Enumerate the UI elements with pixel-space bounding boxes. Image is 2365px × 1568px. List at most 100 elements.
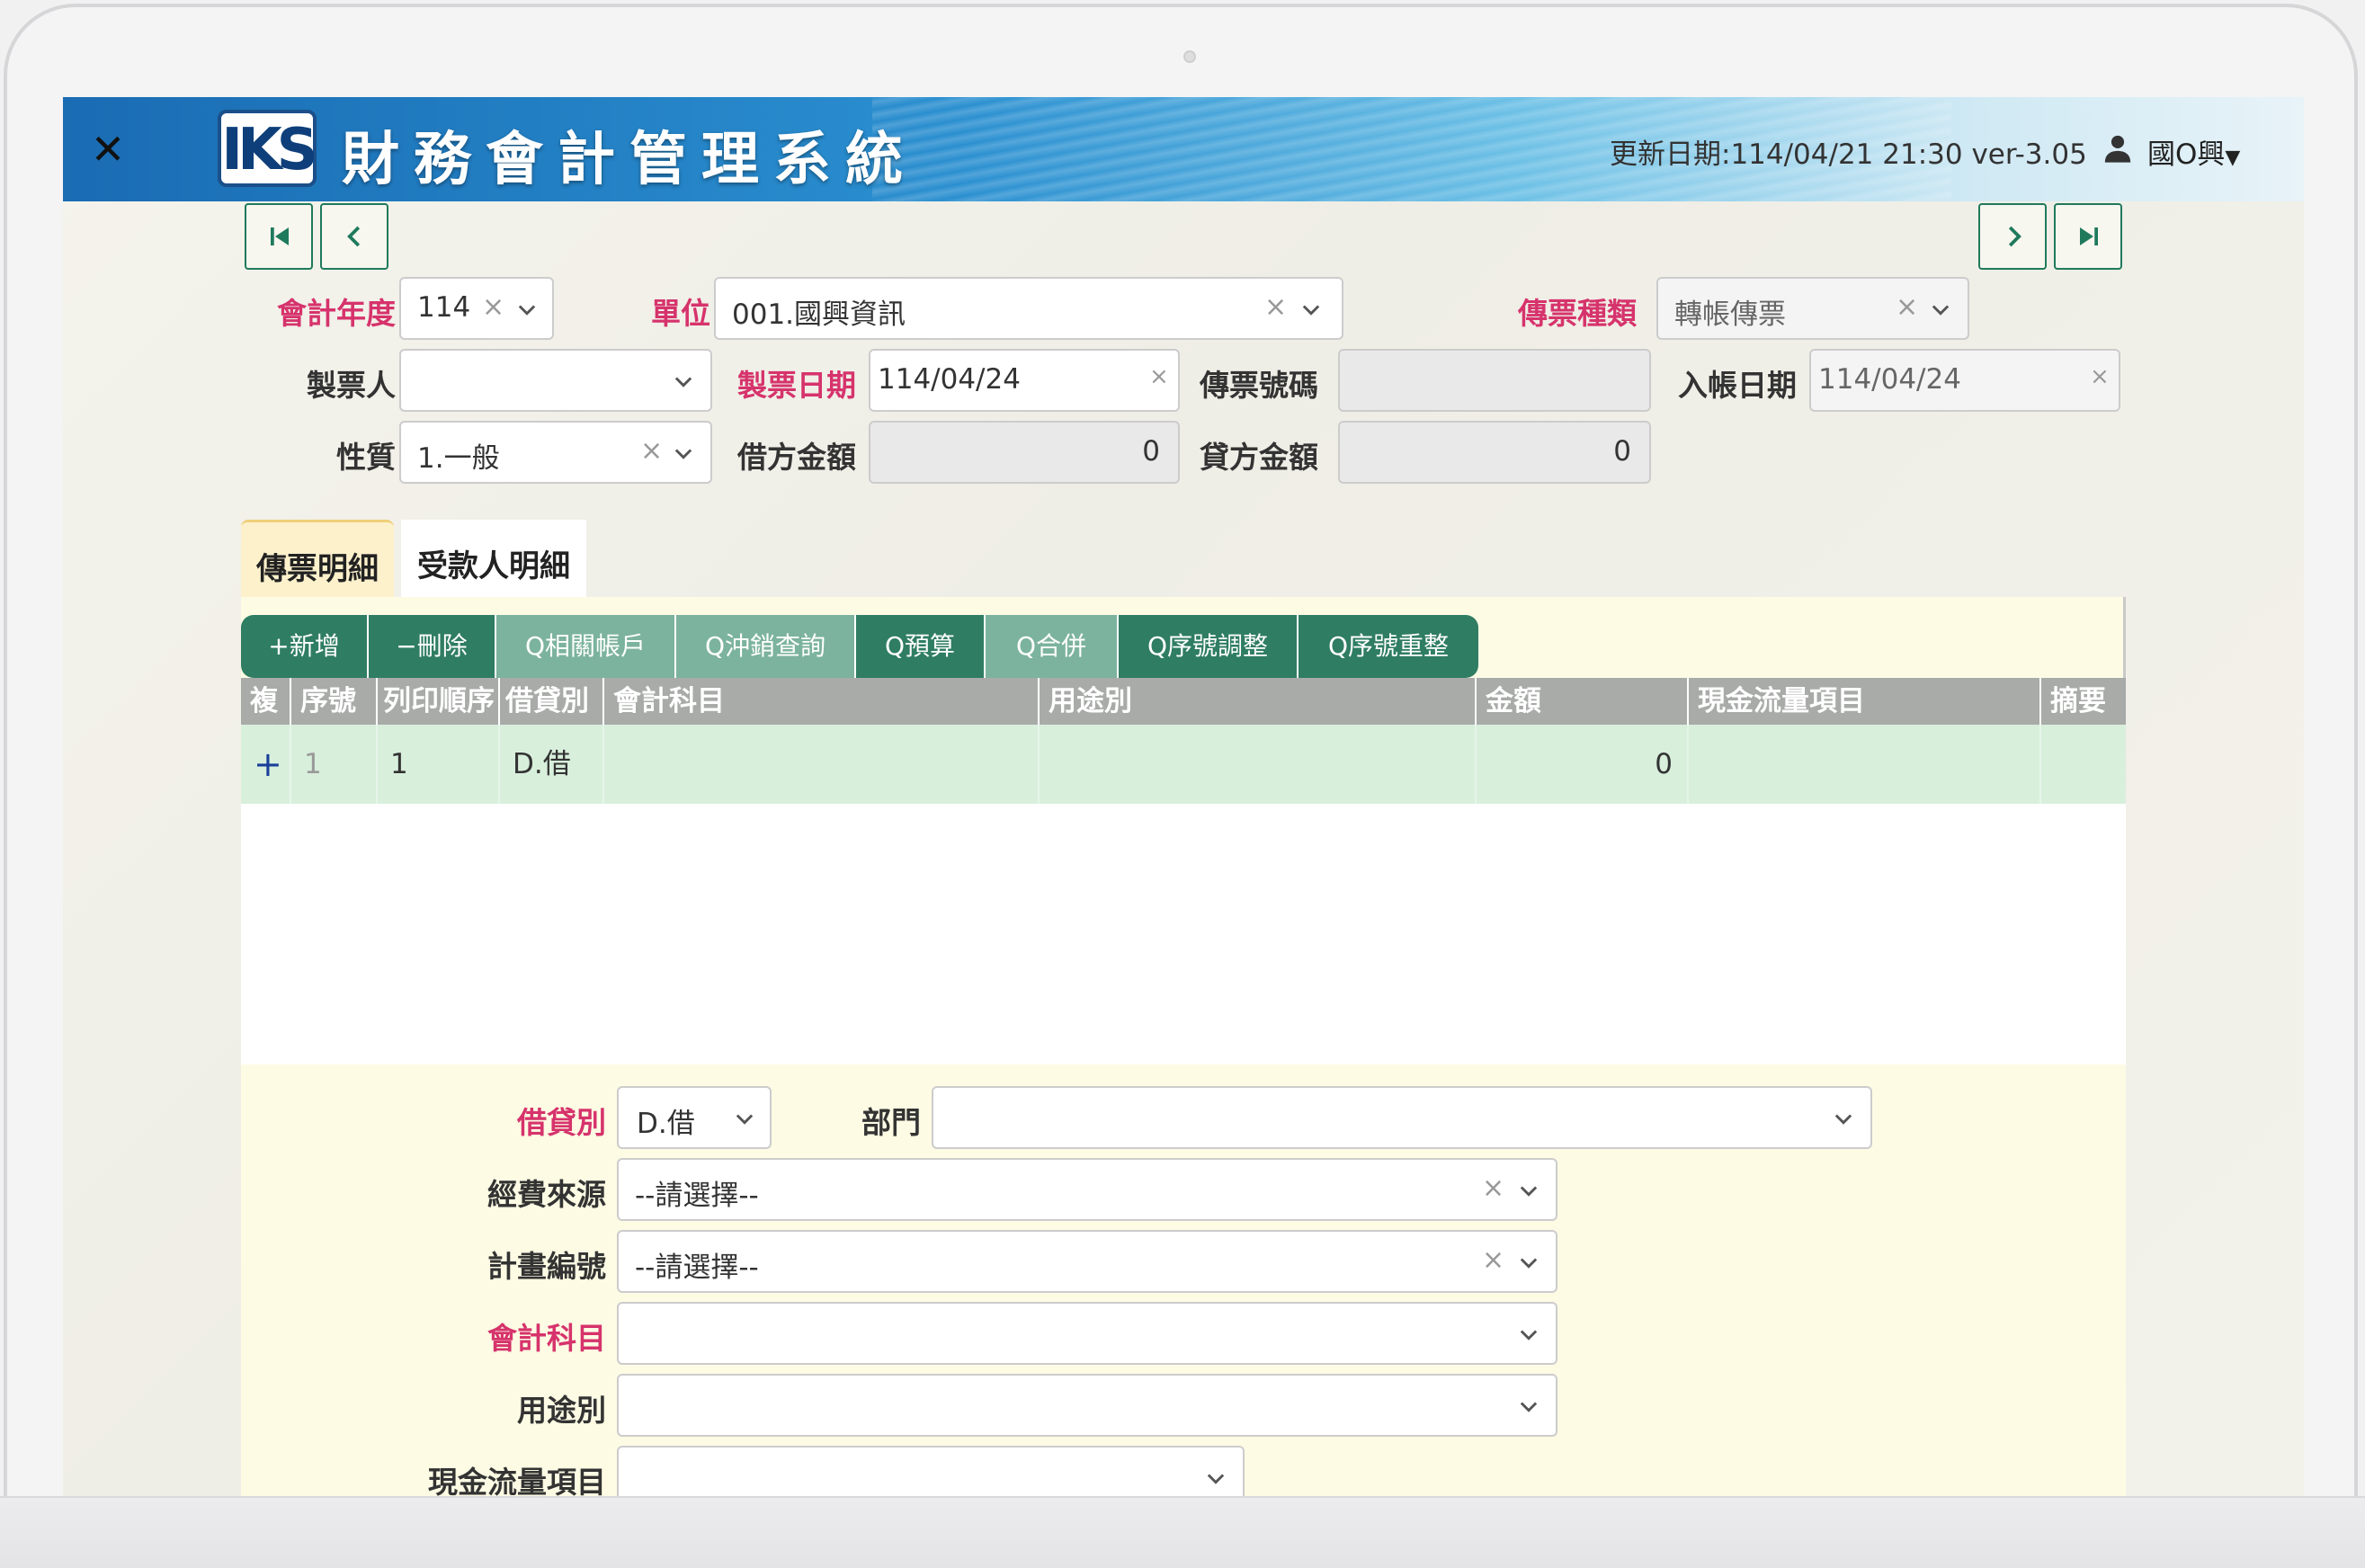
col-cashflow[interactable]: 現金流量項目 — [1689, 678, 2041, 725]
tab-payee-detail[interactable]: 受款人明細 — [401, 520, 586, 599]
camera-dot — [1183, 50, 1196, 63]
clear-icon[interactable]: × — [2090, 363, 2110, 390]
col-seq[interactable]: 序號 — [291, 678, 378, 725]
debit-amount-input: 0 — [869, 421, 1180, 484]
chevron-down-icon — [1520, 1186, 1538, 1197]
chevron-down-icon — [1520, 1258, 1538, 1269]
seq-reorder-button[interactable]: Q序號重整 — [1299, 615, 1478, 678]
app-title: 財務會計管理系統 — [342, 127, 917, 193]
writeoff-query-button[interactable]: Q沖銷查詢 — [676, 615, 856, 678]
col-amount[interactable]: 金額 — [1477, 678, 1689, 725]
merge-button[interactable]: Q合併 — [986, 615, 1119, 678]
clear-icon[interactable]: × — [1264, 291, 1287, 323]
preparer-select[interactable] — [399, 349, 712, 412]
table-row[interactable]: + 1 1 D.借 0 — [241, 725, 2126, 804]
col-purpose[interactable]: 用途別 — [1040, 678, 1477, 725]
app-screen: ✕ IKS 財務會計管理系統 更新日期:114/04/21 21:30 ver-… — [63, 97, 2304, 1496]
grid-header: 複 序號 列印順序 借貸別 會計科目 用途別 金額 現金流量項目 摘要 — [241, 678, 2126, 725]
chevron-down-icon — [736, 1114, 754, 1125]
chevron-down-icon — [1834, 1114, 1852, 1125]
first-page-icon — [271, 227, 289, 245]
debit-amount-label: 借方金額 — [737, 440, 856, 475]
add-button[interactable]: +新增 — [241, 615, 369, 678]
close-icon[interactable]: ✕ — [86, 128, 129, 171]
unit-label: 單位 — [651, 296, 710, 331]
account-select[interactable] — [617, 1302, 1557, 1365]
voucher-date-input[interactable]: 114/04/24 × — [869, 349, 1180, 412]
nature-value: 1.一般 — [417, 442, 500, 475]
purpose-select[interactable] — [617, 1374, 1557, 1437]
clear-icon[interactable]: × — [1482, 1172, 1504, 1204]
prev-record-button[interactable] — [320, 203, 388, 270]
cell-cashflow — [1689, 725, 2041, 804]
project-no-value: --請選擇-- — [635, 1252, 759, 1284]
purpose-label: 用途別 — [517, 1393, 606, 1428]
budget-button[interactable]: Q預算 — [856, 615, 986, 678]
cell-purpose — [1040, 725, 1477, 804]
voucher-no-label: 傳票號碼 — [1200, 368, 1318, 403]
cell-account — [604, 725, 1040, 804]
fiscal-year-select[interactable]: 114 × — [399, 277, 554, 340]
voucher-date-label: 製票日期 — [737, 368, 856, 403]
voucher-type-value: 轉帳傳票 — [1674, 298, 1786, 331]
last-page-icon — [2080, 227, 2098, 245]
dc-select[interactable]: D.借 — [617, 1086, 772, 1149]
user-icon[interactable] — [2102, 133, 2133, 164]
col-account[interactable]: 會計科目 — [604, 678, 1040, 725]
nature-select[interactable]: 1.一般 × — [399, 421, 712, 484]
clear-icon[interactable]: × — [1896, 291, 1918, 323]
project-no-label: 計畫編號 — [487, 1249, 606, 1284]
col-dc[interactable]: 借貸別 — [500, 678, 604, 725]
col-summary[interactable]: 摘要 — [2041, 678, 2126, 725]
col-copy[interactable]: 複 — [241, 678, 291, 725]
clear-icon[interactable]: × — [482, 291, 504, 323]
caret-down-icon: ▼ — [2225, 147, 2241, 169]
clear-icon[interactable]: × — [640, 435, 663, 467]
chevron-down-icon — [1932, 305, 1950, 316]
app-logo: IKS — [218, 110, 318, 187]
copy-plus-icon[interactable]: + — [241, 725, 291, 804]
chevron-down-icon — [1520, 1402, 1538, 1412]
unit-select[interactable]: 001.國興資訊 × — [714, 277, 1343, 340]
chevron-down-icon — [1207, 1474, 1225, 1484]
logo-text: IKS — [221, 117, 318, 183]
voucher-date-value: 114/04/24 — [878, 363, 1021, 396]
clear-icon[interactable]: × — [1482, 1244, 1504, 1276]
voucher-type-label: 傳票種類 — [1518, 296, 1637, 331]
credit-amount-value: 0 — [1613, 435, 1631, 468]
col-print-order[interactable]: 列印順序 — [378, 678, 500, 725]
voucher-type-select[interactable]: 轉帳傳票 × — [1656, 277, 1969, 340]
project-no-select[interactable]: --請選擇-- × — [617, 1230, 1557, 1293]
last-record-button[interactable] — [2054, 203, 2122, 270]
fund-source-select[interactable]: --請選擇-- × — [617, 1158, 1557, 1221]
clear-icon[interactable]: × — [1149, 363, 1169, 390]
cell-seq: 1 — [291, 725, 378, 804]
delete-button[interactable]: −刪除 — [369, 615, 496, 678]
cell-summary — [2041, 725, 2126, 804]
cell-dc: D.借 — [500, 725, 604, 804]
cashflow-select[interactable] — [617, 1446, 1245, 1496]
laptop-base — [0, 1496, 2365, 1568]
seq-adjust-button[interactable]: Q序號調整 — [1119, 615, 1299, 678]
debit-amount-value: 0 — [1142, 435, 1160, 468]
voucher-no-input — [1338, 349, 1651, 412]
fund-source-value: --請選擇-- — [635, 1180, 759, 1212]
next-icon — [2008, 226, 2021, 247]
cashflow-label: 現金流量項目 — [428, 1465, 606, 1496]
cell-print-order: 1 — [378, 725, 500, 804]
first-record-button[interactable] — [245, 203, 313, 270]
next-record-button[interactable] — [1978, 203, 2047, 270]
chevron-down-icon — [1520, 1330, 1538, 1341]
dc-value: D.借 — [637, 1108, 695, 1140]
chevron-down-icon — [674, 377, 692, 388]
unit-value: 001.國興資訊 — [732, 298, 906, 331]
related-accounts-button[interactable]: Q相關帳戶 — [496, 615, 676, 678]
posting-date-input[interactable]: 114/04/24 × — [1809, 349, 2120, 412]
credit-amount-label: 貸方金額 — [1200, 440, 1318, 475]
posting-date-value: 114/04/24 — [1818, 363, 1961, 396]
user-menu[interactable]: 國O興▼ — [2147, 131, 2240, 172]
tab-voucher-detail[interactable]: 傳票明細 — [241, 520, 394, 599]
preparer-label: 製票人 — [307, 368, 396, 403]
chevron-down-icon — [1302, 305, 1320, 316]
dept-select[interactable] — [932, 1086, 1872, 1149]
